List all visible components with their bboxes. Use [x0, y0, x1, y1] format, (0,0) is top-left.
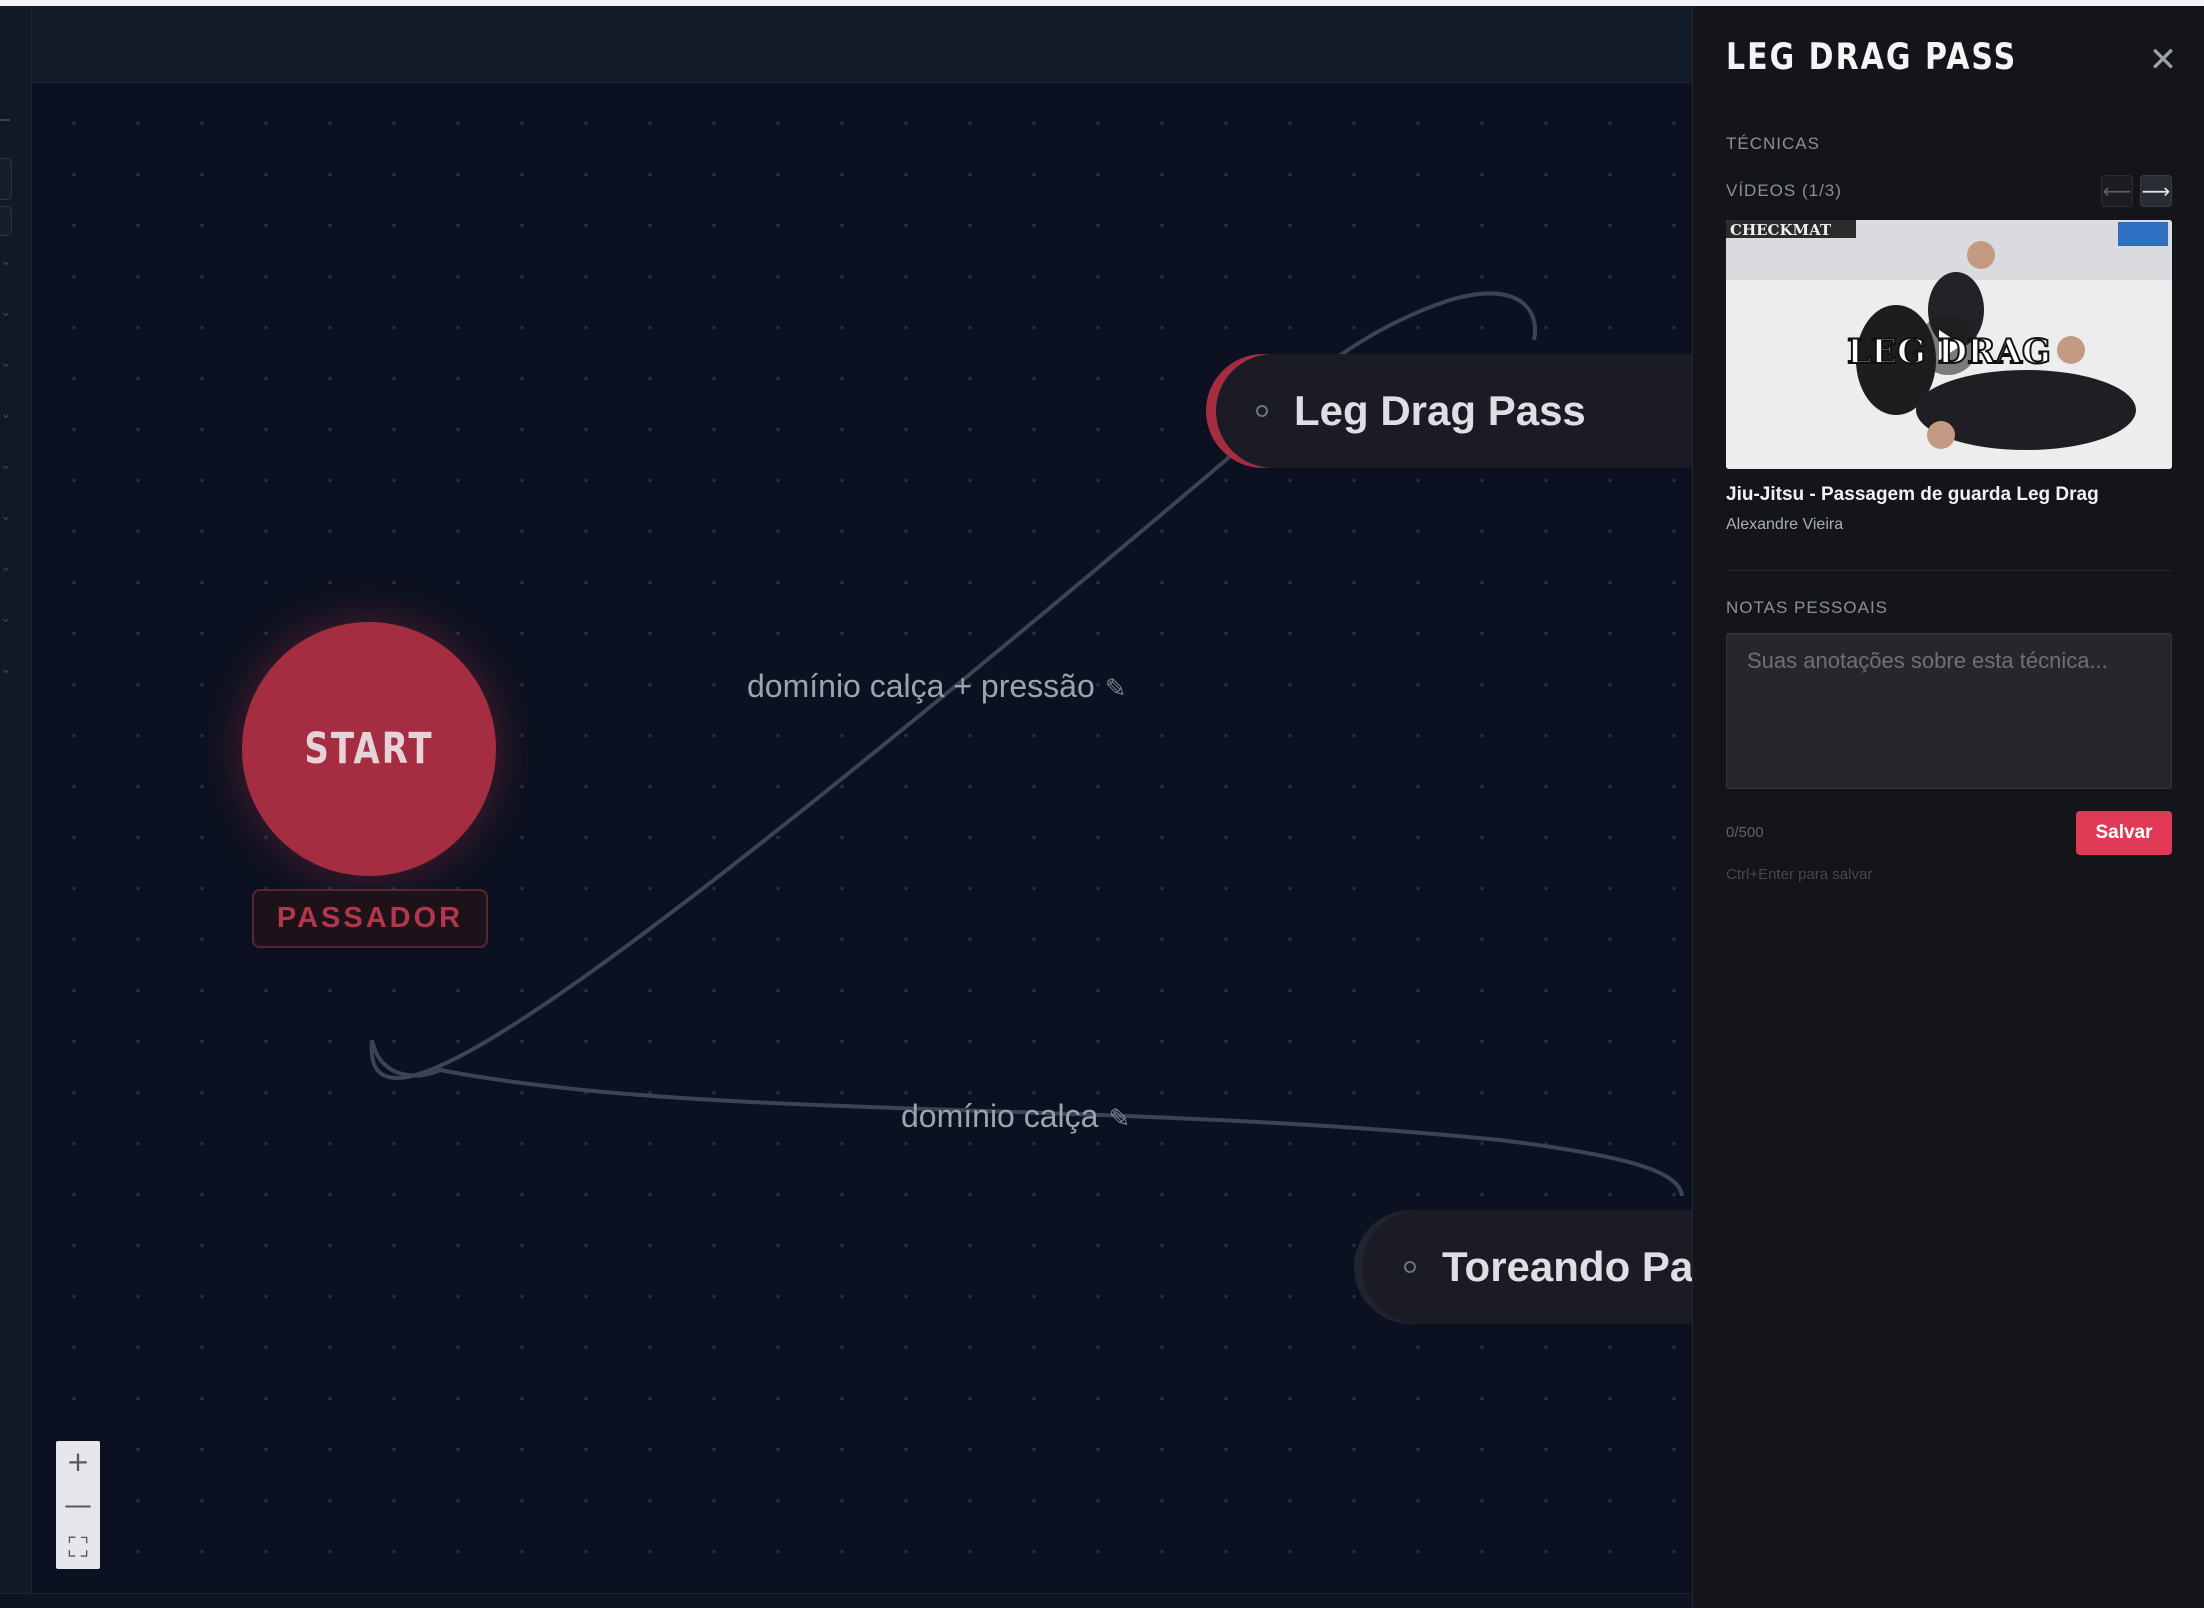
zoom-controls: + — ⛶ [56, 1441, 100, 1569]
node-label: Leg Drag Pass [1294, 387, 1586, 434]
edge-label-text: domínio calça [901, 1098, 1099, 1134]
start-node[interactable]: START [242, 622, 496, 876]
chevron-down-icon[interactable]: ⌄ [0, 355, 12, 369]
close-icon[interactable]: ✕ [2145, 42, 2181, 78]
video-author: Alexandre Vieira [1726, 516, 1844, 533]
thumbnail-brand: CHECKMAT [1730, 221, 1832, 239]
edge-label-text: domínio calça + pressão [747, 668, 1095, 704]
node-label: Toreando Pa [1442, 1243, 1692, 1290]
chevron-down-icon[interactable]: ⌄ [0, 304, 12, 318]
arrow-right-icon[interactable]: ⟶ [2140, 175, 2172, 207]
section-divider [1726, 570, 2172, 571]
chevron-down-icon[interactable]: ⌄ [0, 406, 12, 420]
video-title[interactable]: Jiu-Jitsu - Passagem de guarda Leg Drag [1726, 484, 2099, 506]
node-handle-icon[interactable] [1256, 405, 1268, 417]
zoom-out-button[interactable]: — [56, 1484, 100, 1527]
status-bar [0, 1593, 1692, 1608]
arrow-left-icon[interactable]: ⟵ [2101, 175, 2133, 207]
pencil-icon[interactable]: ✎ [1105, 673, 1127, 703]
video-thumbnail-image: CHECKMAT LEG DRAG [1726, 220, 2172, 469]
node-handle-icon[interactable] [1404, 1261, 1416, 1273]
chevron-down-icon[interactable]: ⌄ [0, 508, 12, 522]
chevron-down-icon[interactable]: ⌄ [0, 559, 12, 573]
sidebar-select-edge[interactable] [0, 206, 12, 236]
chevron-down-icon[interactable]: ⌄ [0, 610, 12, 624]
edge-label-toreando[interactable]: domínio calça ✎ [901, 1098, 1130, 1135]
canvas-toolbar [32, 6, 1692, 83]
video-thumbnail[interactable]: CHECKMAT LEG DRAG [1726, 220, 2172, 469]
thumbnail-title: LEG DRAG [1847, 332, 2051, 372]
zoom-in-button[interactable]: + [56, 1441, 100, 1484]
panel-title: LEG DRAG PASS [1726, 36, 2018, 79]
fit-view-button[interactable]: ⛶ [56, 1526, 100, 1569]
chevron-down-icon[interactable]: ⌄ [0, 661, 12, 675]
notes-textarea[interactable] [1726, 633, 2172, 789]
char-counter: 0/500 [1726, 824, 1764, 841]
role-badge: PASSADOR [252, 889, 488, 948]
start-node-label: START [304, 724, 434, 774]
technique-detail-panel: LEG DRAG PASS ✕ TÉCNICAS VÍDEOS (1/3) ⟵ … [1692, 6, 2204, 1608]
chevron-down-icon[interactable]: ⌄ [0, 457, 12, 471]
save-button[interactable]: Salvar [2076, 811, 2172, 855]
node-leg-drag-pass[interactable]: Leg Drag Pass [1206, 354, 1692, 468]
techniques-section-label: TÉCNICAS [1726, 134, 1820, 153]
node-toreando-pass[interactable]: Toreando Pa [1354, 1210, 1692, 1324]
collapsed-sidebar: ⌄ ⌄ ⌄ ⌄ ⌄ ⌄ ⌄ ⌄ ⌄ [0, 6, 32, 1608]
chevron-down-icon[interactable]: ⌄ [0, 253, 12, 267]
sidebar-divider [0, 119, 10, 121]
pencil-icon[interactable]: ✎ [1108, 1103, 1130, 1133]
save-shortcut-hint: Ctrl+Enter para salvar [1726, 866, 1873, 883]
notes-section-label: NOTAS PESSOAIS [1726, 598, 1889, 617]
videos-label: VÍDEOS (1/3) [1726, 181, 1842, 200]
sidebar-input-edge[interactable] [0, 158, 12, 200]
edge-label-legdrag[interactable]: domínio calça + pressão ✎ [747, 668, 1127, 705]
app-root: ⌄ ⌄ ⌄ ⌄ ⌄ ⌄ ⌄ ⌄ ⌄ START PASSADOR Leg Dra… [0, 0, 2204, 1608]
